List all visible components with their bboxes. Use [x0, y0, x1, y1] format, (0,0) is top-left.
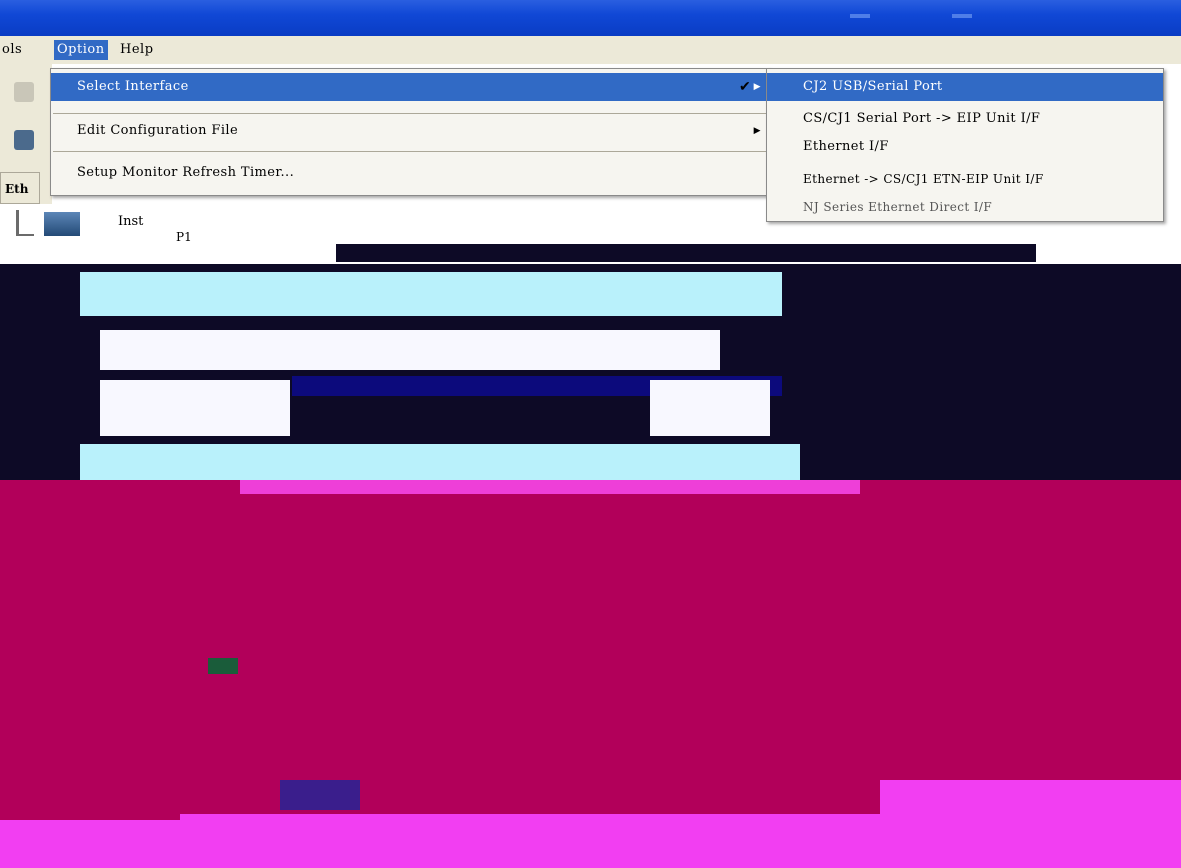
menu-item-label: Select Interface	[77, 79, 189, 94]
glitch-green-block	[208, 658, 238, 674]
submenu-cj2-usb-serial[interactable]: ✔ CJ2 USB/Serial Port	[739, 73, 1163, 101]
submenu-nj-ethernet-direct[interactable]: NJ Series Ethernet Direct I/F	[767, 193, 1163, 221]
tab-eth[interactable]: Eth	[0, 172, 40, 204]
menu-bar: ols Option Help	[0, 36, 1181, 64]
left-toolbar: Eth	[0, 64, 52, 214]
title-bar-glint	[952, 14, 972, 18]
menu-setup-monitor-refresh-timer[interactable]: Setup Monitor Refresh Timer...	[51, 159, 769, 187]
network-icon[interactable]	[14, 130, 34, 150]
glitch-pink-strip	[240, 480, 860, 494]
submenu-item-label: CJ2 USB/Serial Port	[803, 79, 943, 94]
install-label: Inst	[118, 214, 144, 229]
submenu-arrow-icon: ▶	[753, 82, 761, 92]
menu-item-label: Edit Configuration File	[77, 123, 239, 138]
submenu-arrow-icon: ▶	[753, 126, 761, 136]
pen-icon[interactable]	[14, 82, 34, 102]
submenu-ethernet-etn-eip[interactable]: Ethernet -> CS/CJ1 ETN-EIP Unit I/F	[767, 165, 1163, 193]
device-icon	[44, 212, 80, 236]
submenu-cs-cj1-serial-eip[interactable]: CS/CJ1 Serial Port -> EIP Unit I/F	[767, 105, 1163, 133]
glitch-cyan-block	[80, 444, 800, 480]
menu-select-interface[interactable]: Select Interface ▶	[51, 73, 769, 101]
tree-line	[16, 234, 34, 236]
title-bar	[0, 0, 1181, 36]
submenu-item-label: Ethernet -> CS/CJ1 ETN-EIP Unit I/F	[803, 172, 1044, 186]
interface-submenu: ✔ CJ2 USB/Serial Port CS/CJ1 Serial Port…	[739, 68, 1164, 222]
submenu-item-label: Ethernet I/F	[803, 139, 889, 154]
tree-line	[16, 210, 19, 236]
glitch-pink-region	[880, 780, 1181, 868]
glitch-crimson-region	[870, 480, 1181, 780]
title-bar-glint	[850, 14, 870, 18]
submenu-item-label: CS/CJ1 Serial Port -> EIP Unit I/F	[803, 111, 1041, 126]
menu-tools[interactable]: ols	[2, 42, 22, 57]
option-menu: Select Interface ▶ Edit Configuration Fi…	[50, 68, 770, 196]
menu-separator	[53, 151, 767, 152]
menu-edit-configuration-file[interactable]: Edit Configuration File ▶	[51, 117, 769, 145]
p1-label: P1	[176, 230, 192, 244]
menu-item-label: Setup Monitor Refresh Timer...	[77, 165, 295, 180]
submenu-ethernet[interactable]: Ethernet I/F	[767, 133, 1163, 161]
menu-option[interactable]: Option	[54, 40, 108, 60]
glitch-white-block	[100, 380, 290, 436]
glitch-band	[336, 244, 1036, 262]
glitch-cyan-block	[80, 272, 782, 316]
menu-separator	[53, 113, 767, 114]
submenu-item-label: NJ Series Ethernet Direct I/F	[803, 200, 993, 214]
glitch-purple-block	[280, 780, 360, 810]
menu-help[interactable]: Help	[120, 42, 154, 57]
glitch-white-block	[650, 380, 770, 436]
glitch-white-block	[100, 330, 720, 370]
glitch-pink-region	[180, 814, 880, 854]
check-icon: ✔	[739, 79, 752, 95]
